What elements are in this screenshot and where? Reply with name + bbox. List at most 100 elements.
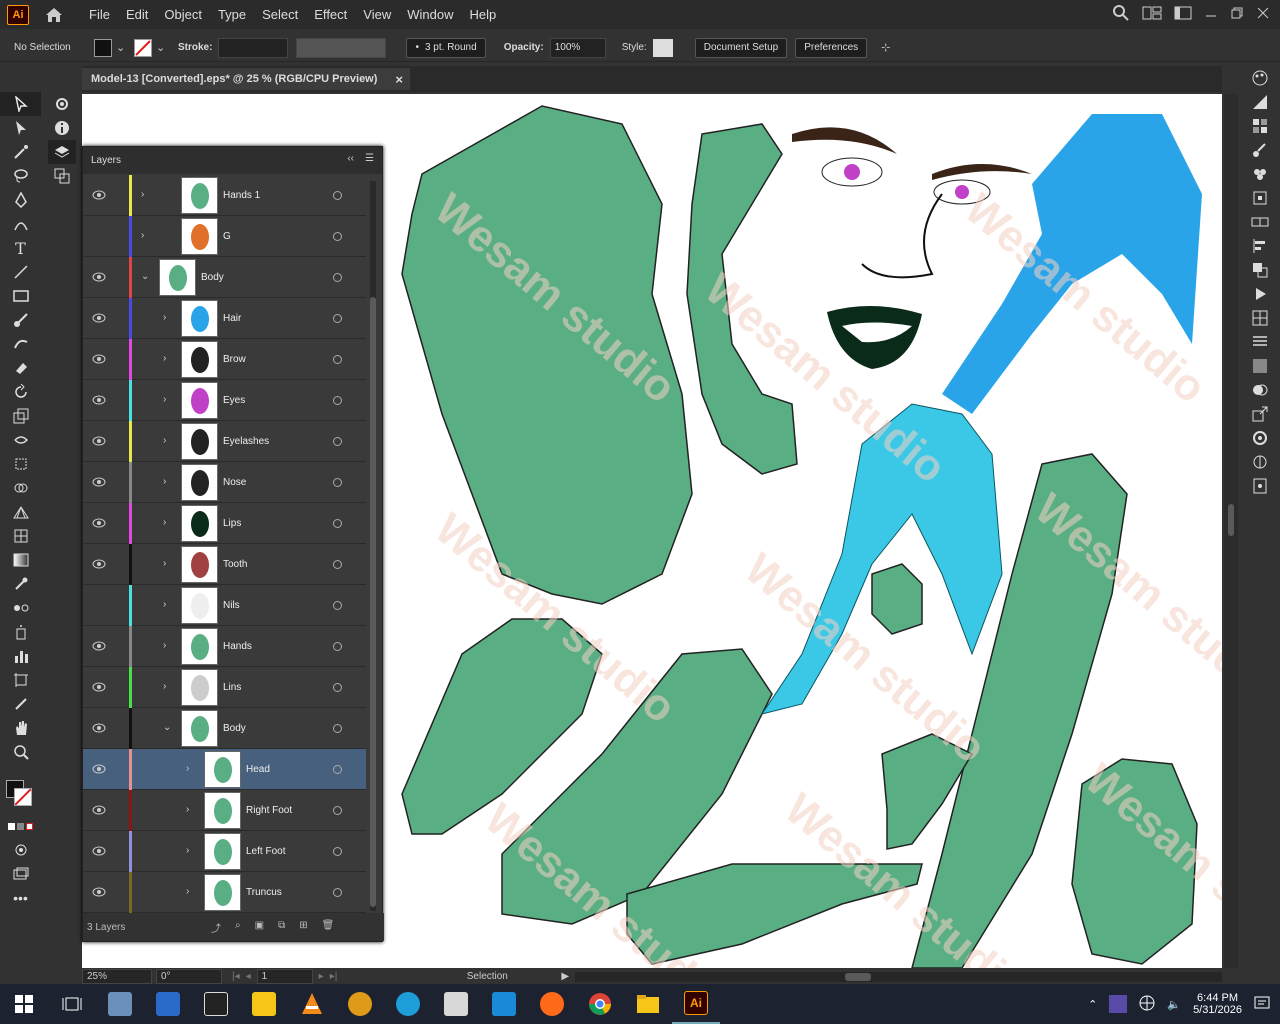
shaper-tool-icon[interactable]: [0, 332, 41, 356]
clock[interactable]: 6:44 PM 5/31/2026: [1193, 992, 1242, 1016]
next-artboard-icon[interactable]: ▸: [319, 971, 324, 982]
actions-icon[interactable]: [1240, 282, 1280, 306]
layer-row[interactable]: › Nose: [83, 462, 366, 503]
brushes-icon[interactable]: [1240, 138, 1280, 162]
stroke-panel-icon[interactable]: [1240, 330, 1280, 354]
collect-export-icon[interactable]: ⤴: [211, 920, 221, 935]
layer-row[interactable]: › Hands: [83, 626, 366, 667]
layer-row[interactable]: › Left Foot: [83, 831, 366, 872]
eye-icon[interactable]: [92, 641, 106, 651]
document-info-icon[interactable]: [1240, 474, 1280, 498]
windows-start-icon[interactable]: [0, 984, 48, 1024]
chevron-right-icon[interactable]: ›: [186, 763, 189, 774]
vertical-scrollbar[interactable]: [1224, 94, 1238, 968]
document-setup-button[interactable]: Document Setup: [694, 37, 788, 58]
menu-effect[interactable]: Effect: [306, 0, 355, 29]
preferences-button[interactable]: Preferences: [795, 37, 868, 58]
draw-mode-icon[interactable]: [0, 838, 41, 862]
curvature-tool-icon[interactable]: [0, 212, 41, 236]
new-sublayer-icon[interactable]: ⧉: [278, 920, 285, 935]
target-circle-icon[interactable]: [333, 847, 342, 856]
target-circle-icon[interactable]: [333, 683, 342, 692]
vlc-icon[interactable]: [288, 984, 336, 1024]
symbols-icon[interactable]: [1240, 162, 1280, 186]
target-circle-icon[interactable]: [333, 888, 342, 897]
screen-mode-icon[interactable]: [0, 862, 41, 886]
line-tool-icon[interactable]: [0, 260, 41, 284]
locate-object-icon[interactable]: ⌕: [235, 920, 241, 935]
chevron-right-icon[interactable]: ›: [163, 640, 166, 651]
selection-tool-icon[interactable]: [0, 92, 41, 116]
eyedropper-tool-icon[interactable]: [0, 572, 41, 596]
hand-tool-icon[interactable]: [0, 716, 41, 740]
shape-builder-tool-icon[interactable]: [0, 476, 41, 500]
eye-icon[interactable]: [92, 518, 106, 528]
free-transform-tool-icon[interactable]: [0, 452, 41, 476]
chevron-right-icon[interactable]: ›: [163, 476, 166, 487]
target-circle-icon[interactable]: [333, 191, 342, 200]
eraser-tool-icon[interactable]: [0, 356, 41, 380]
rotate-tool-icon[interactable]: [0, 380, 41, 404]
eye-icon[interactable]: [92, 764, 106, 774]
layer-row[interactable]: › Eyes: [83, 380, 366, 421]
file-explorer-icon[interactable]: [624, 984, 672, 1024]
first-artboard-icon[interactable]: |◂: [232, 971, 240, 982]
app-icon-paint[interactable]: [432, 984, 480, 1024]
direct-selection-tool-icon[interactable]: [0, 116, 41, 140]
layer-row[interactable]: › Lins: [83, 667, 366, 708]
workspace-icon[interactable]: [1174, 6, 1192, 23]
artboards-icon[interactable]: [48, 164, 76, 188]
mesh-tool-icon[interactable]: [0, 524, 41, 548]
player-app-icon[interactable]: [240, 984, 288, 1024]
color-icon[interactable]: [1240, 66, 1280, 90]
chevron-right-icon[interactable]: ›: [163, 353, 166, 364]
target-circle-icon[interactable]: [333, 314, 342, 323]
artboard-number-field[interactable]: 1: [256, 969, 313, 984]
eye-icon[interactable]: [92, 887, 106, 897]
collapse-panel-icon[interactable]: ‹‹: [347, 153, 354, 164]
chevron-right-icon[interactable]: ›: [163, 435, 166, 446]
eye-icon[interactable]: [92, 682, 106, 692]
fill-swatch[interactable]: [94, 38, 112, 57]
menu-select[interactable]: Select: [254, 0, 306, 29]
target-circle-icon[interactable]: [333, 437, 342, 446]
network-icon[interactable]: [1139, 995, 1155, 1014]
horizontal-scrollbar[interactable]: [575, 971, 1222, 982]
minimize-icon[interactable]: [1204, 6, 1218, 23]
target-circle-icon[interactable]: [333, 478, 342, 487]
studio-app-icon[interactable]: [192, 984, 240, 1024]
eye-icon[interactable]: [92, 846, 106, 856]
edit-toolbar-icon[interactable]: •••: [0, 886, 41, 910]
export-icon[interactable]: [1240, 402, 1280, 426]
color-guide-icon[interactable]: [1240, 90, 1280, 114]
gradient-tool-icon[interactable]: [0, 548, 41, 572]
target-circle-icon[interactable]: [333, 519, 342, 528]
close-tab-icon[interactable]: ×: [395, 72, 403, 87]
links-icon[interactable]: [1240, 426, 1280, 450]
stroke-weight-field[interactable]: [218, 37, 289, 58]
target-circle-icon[interactable]: [333, 232, 342, 241]
chevron-right-icon[interactable]: ›: [163, 394, 166, 405]
target-circle-icon[interactable]: [333, 273, 342, 282]
layer-row[interactable]: ⌄ Body: [83, 708, 366, 749]
menu-object[interactable]: Object: [156, 0, 210, 29]
delete-layer-icon[interactable]: 🗑: [322, 920, 335, 935]
panel-menu-icon[interactable]: ☰: [365, 153, 374, 164]
style-swatch[interactable]: [652, 38, 673, 57]
home-icon[interactable]: [43, 4, 65, 26]
transparency-icon[interactable]: [1240, 378, 1280, 402]
swatches-icon[interactable]: [1240, 114, 1280, 138]
magic-wand-icon[interactable]: [0, 140, 41, 164]
chevron-right-icon[interactable]: ›: [141, 230, 144, 241]
appearance-icon[interactable]: [1240, 258, 1280, 282]
notifications-icon[interactable]: [1254, 995, 1270, 1014]
last-artboard-icon[interactable]: ▸|: [330, 971, 338, 982]
chevron-right-icon[interactable]: ›: [163, 312, 166, 323]
app-icon-m[interactable]: [480, 984, 528, 1024]
target-circle-icon[interactable]: [333, 355, 342, 364]
target-circle-icon[interactable]: [333, 642, 342, 651]
app-icon-blue[interactable]: [384, 984, 432, 1024]
slice-tool-icon[interactable]: [0, 692, 41, 716]
scale-tool-icon[interactable]: [0, 404, 41, 428]
app-icon-cat[interactable]: [336, 984, 384, 1024]
